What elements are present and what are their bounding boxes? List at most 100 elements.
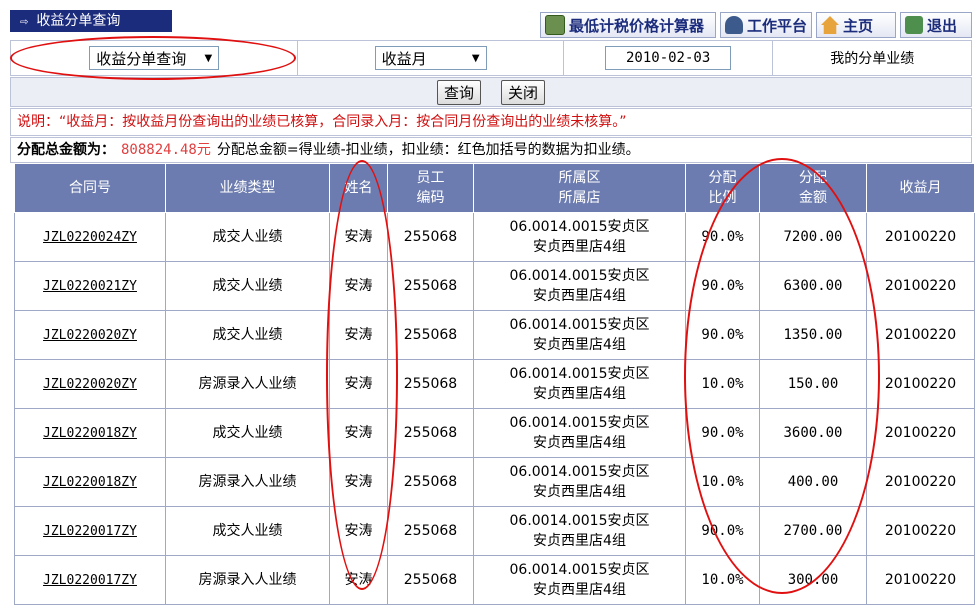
- column-header: 姓名: [329, 163, 388, 213]
- store-text: 安贞西里店4组: [533, 484, 626, 500]
- contract-link[interactable]: JZL0220018ZY: [43, 475, 137, 490]
- name-cell: 安涛: [329, 310, 388, 360]
- page-title: 收益分单查询: [36, 13, 121, 29]
- month-type-cell: 收益月 ▼: [298, 41, 564, 75]
- calculator-icon: [545, 15, 565, 35]
- name-cell: 安涛: [329, 359, 388, 409]
- column-header: 收益月: [866, 163, 975, 213]
- area-store-cell: 06.0014.0015安贞区 安贞西里店4组: [473, 408, 686, 458]
- area-text: 06.0014.0015安贞区: [509, 317, 650, 333]
- contract-cell: JZL0220024ZY: [14, 212, 166, 262]
- employee-code-cell: 255068: [387, 212, 474, 262]
- table-row: JZL0220017ZY 房源录入人业绩 安涛 255068 06.0014.0015安…: [14, 555, 975, 605]
- performance-table: 合同号 业绩类型 姓名 员工 编码 所属区 所属店 分配 比例 分配 金额 收益月 JZL02…: [14, 163, 975, 605]
- employee-code-cell: 255068: [387, 359, 474, 409]
- amount-cell: 400.00: [759, 457, 867, 507]
- ratio-cell: 90.0%: [685, 212, 760, 262]
- amount-cell: 3600.00: [759, 408, 867, 458]
- area-text: 06.0014.0015安贞区: [509, 268, 650, 284]
- area-text: 06.0014.0015安贞区: [509, 366, 650, 382]
- query-button[interactable]: 查询: [436, 79, 481, 105]
- filter-row: 收益分单查询 ▼ 收益月 ▼ 2010-02-03 我的分单业绩: [10, 40, 972, 76]
- query-type-value: 收益分单查询: [96, 49, 187, 68]
- date-cell: 2010-02-03: [564, 41, 774, 75]
- amount-cell: 7200.00: [759, 212, 867, 262]
- area-text: 06.0014.0015安贞区: [509, 464, 650, 480]
- month-type-value: 收益月: [381, 49, 427, 68]
- month-cell: 20100220: [866, 457, 975, 507]
- table-row: JZL0220020ZY 房源录入人业绩 安涛 255068 06.0014.0015安…: [14, 359, 975, 409]
- type-cell: 成交人业绩: [165, 310, 330, 360]
- amount-cell: 6300.00: [759, 261, 867, 311]
- my-performance-label: 我的分单业绩: [830, 51, 915, 67]
- tax-calculator-button[interactable]: 最低计税价格计算器: [540, 12, 716, 38]
- store-text: 安贞西里店4组: [533, 582, 626, 598]
- action-row: 查询 关闭: [10, 77, 972, 107]
- my-performance-cell: 我的分单业绩: [773, 41, 971, 75]
- employee-code-cell: 255068: [387, 555, 474, 605]
- type-cell: 房源录入人业绩: [165, 457, 330, 507]
- column-header: 合同号: [14, 163, 166, 213]
- column-header: 分配 比例: [685, 163, 760, 213]
- amount-cell: 1350.00: [759, 310, 867, 360]
- workbench-button[interactable]: 工作平台: [720, 12, 812, 38]
- store-text: 安贞西里店4组: [533, 337, 626, 353]
- contract-cell: JZL0220020ZY: [14, 359, 166, 409]
- contract-link[interactable]: JZL0220020ZY: [43, 328, 137, 343]
- table-row: JZL0220020ZY 成交人业绩 安涛 255068 06.0014.0015安贞区…: [14, 310, 975, 360]
- query-type-select[interactable]: 收益分单查询 ▼: [89, 46, 220, 70]
- contract-cell: JZL0220018ZY: [14, 408, 166, 458]
- arrow-icon: ⇨: [20, 17, 29, 28]
- contract-link[interactable]: JZL0220021ZY: [43, 279, 137, 294]
- date-input[interactable]: 2010-02-03: [605, 46, 732, 70]
- exit-button[interactable]: 退出: [900, 12, 972, 38]
- month-cell: 20100220: [866, 555, 975, 605]
- area-store-cell: 06.0014.0015安贞区 安贞西里店4组: [473, 310, 686, 360]
- area-store-cell: 06.0014.0015安贞区 安贞西里店4组: [473, 457, 686, 507]
- contract-cell: JZL0220018ZY: [14, 457, 166, 507]
- contract-link[interactable]: JZL0220024ZY: [43, 230, 137, 245]
- table-body: JZL0220024ZY 成交人业绩 安涛 255068 06.0014.0015安贞区…: [14, 212, 975, 605]
- close-button[interactable]: 关闭: [501, 79, 546, 105]
- column-header: 员工 编码: [387, 163, 474, 213]
- chevron-down-icon: ▼: [204, 52, 213, 64]
- table-row: JZL0220024ZY 成交人业绩 安涛 255068 06.0014.0015安贞区…: [14, 212, 975, 262]
- employee-code-cell: 255068: [387, 506, 474, 556]
- page-title-bar: ⇨ 收益分单查询: [10, 10, 172, 32]
- name-cell: 安涛: [329, 555, 388, 605]
- tax-calculator-label: 最低计税价格计算器: [569, 16, 705, 35]
- contract-link[interactable]: JZL0220020ZY: [43, 377, 137, 392]
- type-cell: 房源录入人业绩: [165, 555, 330, 605]
- total-label: 分配总金额为：: [17, 142, 115, 158]
- contract-link[interactable]: JZL0220017ZY: [43, 573, 137, 588]
- total-row: 分配总金额为： 808824.48元 分配总金额=得业绩-扣业绩，扣业绩：红色加括号…: [10, 137, 972, 163]
- workbench-label: 工作平台: [747, 16, 808, 35]
- area-text: 06.0014.0015安贞区: [509, 513, 650, 529]
- ratio-cell: 10.0%: [685, 457, 760, 507]
- employee-code-cell: 255068: [387, 261, 474, 311]
- contract-link[interactable]: JZL0220018ZY: [43, 426, 137, 441]
- total-description: 分配总金额=得业绩-扣业绩，扣业绩：红色加括号的数据为扣业绩。: [216, 142, 640, 158]
- name-cell: 安涛: [329, 212, 388, 262]
- contract-link[interactable]: JZL0220017ZY: [43, 524, 137, 539]
- column-header: 所属区 所属店: [473, 163, 686, 213]
- chevron-down-icon: ▼: [471, 52, 480, 64]
- amount-cell: 150.00: [759, 359, 867, 409]
- home-icon: [821, 16, 839, 34]
- home-button[interactable]: 主页: [816, 12, 896, 38]
- type-cell: 成交人业绩: [165, 408, 330, 458]
- month-type-select[interactable]: 收益月 ▼: [374, 46, 487, 70]
- store-text: 安贞西里店4组: [533, 435, 626, 451]
- area-text: 06.0014.0015安贞区: [509, 562, 650, 578]
- month-cell: 20100220: [866, 212, 975, 262]
- area-store-cell: 06.0014.0015安贞区 安贞西里店4组: [473, 555, 686, 605]
- month-cell: 20100220: [866, 310, 975, 360]
- ratio-cell: 10.0%: [685, 359, 760, 409]
- employee-code-cell: 255068: [387, 310, 474, 360]
- store-text: 安贞西里店4组: [533, 386, 626, 402]
- note-text: 说明：“收益月：按收益月份查询出的业绩已核算，合同录入月：按合同月份查询出的业绩…: [10, 108, 972, 136]
- type-cell: 成交人业绩: [165, 261, 330, 311]
- table-row: JZL0220021ZY 成交人业绩 安涛 255068 06.0014.0015安贞区…: [14, 261, 975, 311]
- contract-cell: JZL0220020ZY: [14, 310, 166, 360]
- store-text: 安贞西里店4组: [533, 533, 626, 549]
